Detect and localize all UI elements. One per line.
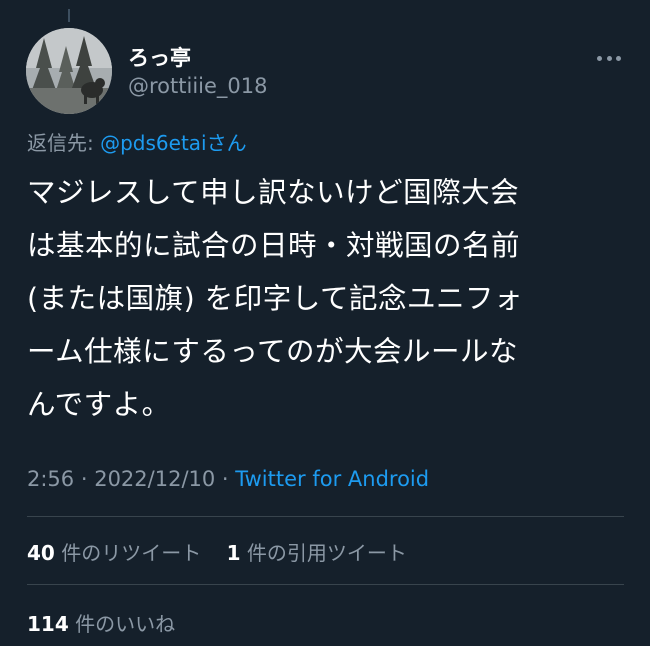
tweet-time[interactable]: 2:56 [27,467,74,491]
retweets-stat[interactable]: 40 件のリツイート [27,541,201,565]
reply-to-mention[interactable]: @pds6etai [100,131,207,155]
avatar[interactable] [26,28,112,114]
tweet-text-line: ーム仕様にするってのが大会ルールな [27,335,519,368]
tweet-meta: 2:56 · 2022/12/10 · Twitter for Android [27,467,429,491]
avatar-image [26,28,112,114]
tweet-text: マジレスして申し訳ないけど国際大会 は基本的に試合の日時・対戦国の名前 (または… [27,166,627,431]
reply-to-prefix: 返信先: [27,131,101,155]
tweet-text-line: んですよ。 [27,388,171,421]
quotes-stat[interactable]: 1 件の引用ツイート [227,541,407,565]
engagement-row: 40 件のリツイート 1 件の引用ツイート [27,537,407,566]
meta-separator: · [74,467,95,491]
tweet-text-line: (または国旗) を印字して記念ユニフォ [27,282,523,315]
author-display-name[interactable]: ろっ亭 [128,42,191,72]
divider [27,516,624,517]
meta-separator: · [215,467,236,491]
more-dot [606,55,612,61]
more-dot [597,55,602,61]
retweets-label: 件のリツイート [61,541,202,565]
quotes-count: 1 [226,541,241,565]
likes-stat[interactable]: 114 件のいいね [27,612,175,636]
retweets-count: 40 [27,541,55,565]
tweet-text-line: は基本的に試合の日時・対戦国の名前 [27,229,521,262]
likes-count: 114 [27,612,69,636]
tweet-source-link[interactable]: Twitter for Android [235,467,429,491]
author-handle[interactable]: @rottiiie_018 [128,74,268,98]
reply-to-suffix: さん [206,131,247,155]
reply-to-line: 返信先: @pds6etaiさん [27,127,247,156]
likes-label: 件のいいね [75,612,176,636]
tweet-date[interactable]: 2022/12/10 [94,467,215,491]
divider [27,584,624,585]
likes-row: 114 件のいいね [27,608,175,637]
thread-connector-line [68,9,70,22]
more-dot [616,55,621,61]
tweet-text-line: マジレスして申し訳ないけど国際大会 [27,176,520,209]
more-icon[interactable] [597,48,621,68]
quotes-label: 件の引用ツイート [246,541,407,565]
